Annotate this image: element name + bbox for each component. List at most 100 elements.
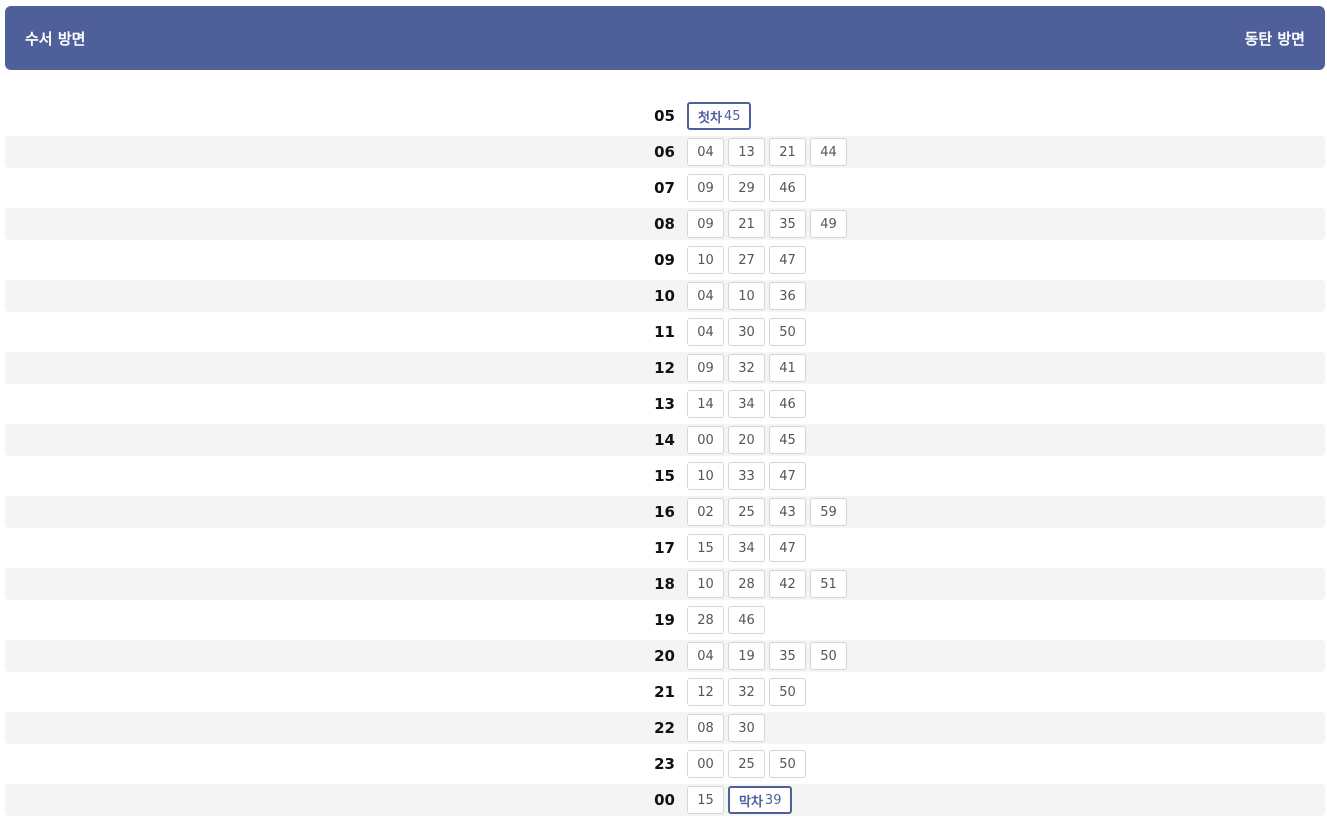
departure-minute-chip[interactable]: 49 <box>810 210 847 238</box>
departure-minute: 43 <box>779 504 796 520</box>
departure-minute-chip[interactable]: 04 <box>687 282 724 310</box>
departure-minute-chip[interactable]: 59 <box>810 498 847 526</box>
departure-minute-chip[interactable]: 25 <box>728 498 765 526</box>
departure-minute-chip[interactable]: 08 <box>687 714 724 742</box>
departure-minute-chip[interactable]: 50 <box>769 750 806 778</box>
hour-label: 18 <box>654 575 675 593</box>
departure-minute-chip[interactable]: 10 <box>687 462 724 490</box>
minute-list: 10 33 47 <box>687 462 806 490</box>
departure-minute-chip[interactable]: 32 <box>728 678 765 706</box>
departure-minute-chip[interactable]: 44 <box>810 138 847 166</box>
departure-minute-chip[interactable]: 50 <box>769 678 806 706</box>
departure-minute-chip[interactable]: 30 <box>728 714 765 742</box>
departure-minute: 15 <box>697 792 714 808</box>
departure-minute-chip[interactable]: 29 <box>728 174 765 202</box>
departure-minute: 35 <box>779 648 796 664</box>
minute-list: 28 46 <box>687 606 765 634</box>
departure-minute-chip[interactable]: 35 <box>769 642 806 670</box>
departure-minute-chip[interactable]: 19 <box>728 642 765 670</box>
timetable-row: 06 04 13 21 44 <box>5 134 1325 170</box>
departure-minute: 36 <box>779 288 796 304</box>
departure-minute-chip[interactable]: 51 <box>810 570 847 598</box>
departure-minute-chip[interactable]: 33 <box>728 462 765 490</box>
departure-minute: 32 <box>738 360 755 376</box>
minute-list: 첫차 45 <box>687 102 752 130</box>
departure-minute-chip[interactable]: 10 <box>687 246 724 274</box>
hour-label: 07 <box>654 179 675 197</box>
departure-minute: 00 <box>697 432 714 448</box>
departure-minute-chip[interactable]: 32 <box>728 354 765 382</box>
hour-label: 21 <box>654 683 675 701</box>
departure-minute-chip[interactable]: 15 <box>687 786 724 814</box>
departure-minute-chip[interactable]: 46 <box>728 606 765 634</box>
departure-minute: 02 <box>697 504 714 520</box>
departure-minute-chip[interactable]: 28 <box>687 606 724 634</box>
hour-label: 15 <box>654 467 675 485</box>
departure-minute-chip[interactable]: 46 <box>769 390 806 418</box>
departure-minute-chip[interactable]: 50 <box>810 642 847 670</box>
departure-minute-chip[interactable]: 02 <box>687 498 724 526</box>
departure-minute-chip[interactable]: 12 <box>687 678 724 706</box>
departure-minute-chip[interactable]: 27 <box>728 246 765 274</box>
last-train-chip[interactable]: 막차 39 <box>728 786 793 814</box>
departure-minute-chip[interactable]: 50 <box>769 318 806 346</box>
departure-minute-chip[interactable]: 45 <box>769 426 806 454</box>
departure-minute-chip[interactable]: 04 <box>687 138 724 166</box>
direction-suseo-tab[interactable]: 수서 방면 <box>25 28 85 49</box>
direction-dongtan-tab[interactable]: 동탄 방면 <box>1245 28 1305 49</box>
first-train-chip[interactable]: 첫차 45 <box>687 102 752 130</box>
departure-minute: 46 <box>779 396 796 412</box>
departure-minute-chip[interactable]: 21 <box>728 210 765 238</box>
departure-minute-chip[interactable]: 47 <box>769 246 806 274</box>
departure-minute-chip[interactable]: 10 <box>687 570 724 598</box>
departure-minute: 34 <box>738 396 755 412</box>
departure-minute: 47 <box>779 468 796 484</box>
departure-minute-chip[interactable]: 00 <box>687 750 724 778</box>
minute-list: 04 19 35 50 <box>687 642 847 670</box>
departure-minute-chip[interactable]: 36 <box>769 282 806 310</box>
departure-minute-chip[interactable]: 47 <box>769 534 806 562</box>
departure-minute: 29 <box>738 180 755 196</box>
departure-minute-chip[interactable]: 46 <box>769 174 806 202</box>
departure-minute-chip[interactable]: 09 <box>687 354 724 382</box>
departure-minute-chip[interactable]: 34 <box>728 390 765 418</box>
train-tag-label: 막차 <box>739 794 763 810</box>
timetable-row: 13 14 34 46 <box>5 386 1325 422</box>
departure-minute-chip[interactable]: 21 <box>769 138 806 166</box>
minute-list: 00 25 50 <box>687 750 806 778</box>
timetable-row: 22 08 30 <box>5 710 1325 746</box>
minute-list: 10 27 47 <box>687 246 806 274</box>
departure-minute-chip[interactable]: 09 <box>687 210 724 238</box>
departure-minute-chip[interactable]: 09 <box>687 174 724 202</box>
departure-minute-chip[interactable]: 30 <box>728 318 765 346</box>
departure-minute-chip[interactable]: 25 <box>728 750 765 778</box>
timetable-row: 19 28 46 <box>5 602 1325 638</box>
departure-minute: 00 <box>697 756 714 772</box>
departure-minute-chip[interactable]: 00 <box>687 426 724 454</box>
departure-minute-chip[interactable]: 28 <box>728 570 765 598</box>
departure-minute-chip[interactable]: 13 <box>728 138 765 166</box>
departure-minute-chip[interactable]: 04 <box>687 642 724 670</box>
departure-minute-chip[interactable]: 41 <box>769 354 806 382</box>
departure-minute-chip[interactable]: 35 <box>769 210 806 238</box>
departure-minute: 30 <box>738 324 755 340</box>
departure-minute-chip[interactable]: 20 <box>728 426 765 454</box>
hour-label: 05 <box>654 107 675 125</box>
departure-minute-chip[interactable]: 14 <box>687 390 724 418</box>
departure-minute: 20 <box>738 432 755 448</box>
departure-minute-chip[interactable]: 10 <box>728 282 765 310</box>
minute-list: 04 30 50 <box>687 318 806 346</box>
departure-minute-chip[interactable]: 42 <box>769 570 806 598</box>
departure-minute-chip[interactable]: 34 <box>728 534 765 562</box>
departure-minute-chip[interactable]: 43 <box>769 498 806 526</box>
departure-minute: 32 <box>738 684 755 700</box>
departure-minute-chip[interactable]: 15 <box>687 534 724 562</box>
hour-label: 10 <box>654 287 675 305</box>
departure-minute: 51 <box>820 576 837 592</box>
minute-list: 09 29 46 <box>687 174 806 202</box>
departure-minute: 10 <box>738 288 755 304</box>
hour-label: 13 <box>654 395 675 413</box>
departure-minute-chip[interactable]: 04 <box>687 318 724 346</box>
departure-minute-chip[interactable]: 47 <box>769 462 806 490</box>
departure-minute: 25 <box>738 504 755 520</box>
